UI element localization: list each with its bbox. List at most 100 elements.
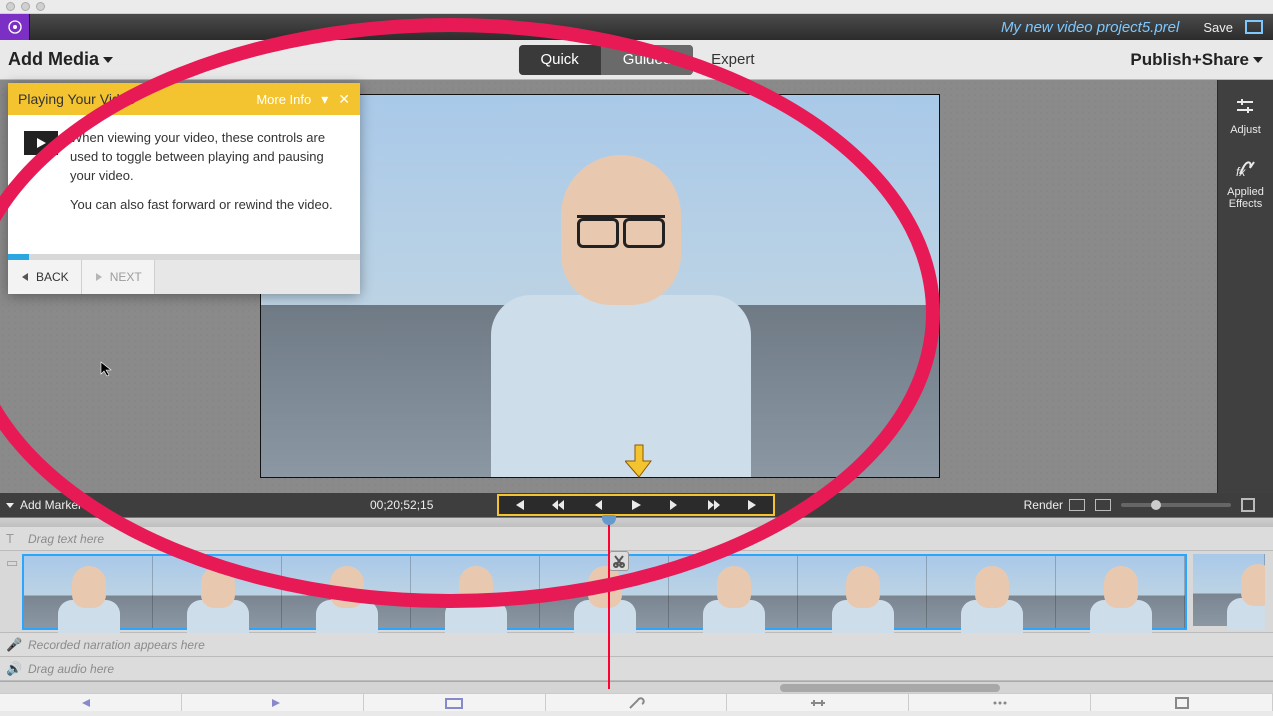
guide-more-info-link[interactable]: More Info bbox=[256, 92, 311, 107]
step-back-button[interactable] bbox=[587, 496, 607, 514]
speaker-icon: 🔊 bbox=[6, 661, 22, 677]
traffic-light-close[interactable] bbox=[6, 2, 15, 11]
app-top-bar: My new video project5.prel Save bbox=[0, 14, 1273, 40]
guide-progress-fill bbox=[8, 254, 29, 260]
guide-next-button[interactable]: NEXT bbox=[82, 260, 155, 294]
clip-thumbnail bbox=[798, 556, 927, 628]
chevron-down-icon bbox=[103, 57, 113, 63]
clip-thumbnail bbox=[540, 556, 669, 628]
split-clip-button[interactable] bbox=[609, 551, 629, 571]
guide-body: When viewing your video, these controls … bbox=[8, 115, 360, 254]
work-area: Adjust fx Applied Effects Playing Your V… bbox=[0, 80, 1273, 493]
guide-text-2: You can also fast forward or rewind the … bbox=[70, 196, 344, 215]
guide-panel: Playing Your Video More Info ▾ ✕ When vi… bbox=[8, 83, 360, 294]
guide-close-icon[interactable]: ✕ bbox=[338, 91, 350, 108]
display-mode-icon[interactable] bbox=[1095, 499, 1111, 511]
video-track[interactable]: ▭ bbox=[0, 551, 1273, 633]
rewind-button[interactable] bbox=[548, 496, 568, 514]
svg-text:fx: fx bbox=[1236, 165, 1246, 179]
guide-title: Playing Your Video bbox=[18, 91, 135, 107]
clip-thumbnail bbox=[282, 556, 411, 628]
traffic-light-max[interactable] bbox=[36, 2, 45, 11]
clip-thumbnail bbox=[24, 556, 153, 628]
add-marker-button[interactable]: Add Marker bbox=[0, 498, 82, 512]
fast-forward-button[interactable] bbox=[704, 496, 724, 514]
adjust-label: Adjust bbox=[1230, 124, 1261, 136]
narration-track[interactable]: 🎤 Recorded narration appears here bbox=[0, 633, 1273, 657]
effects-label: Applied Effects bbox=[1218, 186, 1273, 210]
add-media-label: Add Media bbox=[8, 49, 99, 70]
mac-titlebar bbox=[0, 0, 1273, 14]
guide-progress bbox=[8, 254, 360, 260]
adjust-button[interactable]: Adjust bbox=[1230, 94, 1261, 136]
tab-expert[interactable]: Expert bbox=[711, 51, 754, 68]
timecode-display[interactable]: 00;20;52;15 bbox=[370, 498, 433, 512]
audio-placeholder: Drag audio here bbox=[28, 662, 114, 676]
save-button[interactable]: Save bbox=[1191, 20, 1245, 35]
zoom-slider[interactable] bbox=[1121, 503, 1231, 507]
timeline-scrollbar[interactable] bbox=[0, 681, 1273, 693]
settings-button[interactable] bbox=[727, 694, 909, 711]
project-filename: My new video project5.prel bbox=[1001, 19, 1191, 36]
guide-collapse-icon[interactable]: ▾ bbox=[321, 91, 328, 108]
publish-label: Publish+Share bbox=[1130, 50, 1249, 70]
redo-button[interactable] bbox=[182, 694, 364, 711]
right-side-panel: Adjust fx Applied Effects bbox=[1217, 80, 1273, 493]
tools-button[interactable] bbox=[546, 694, 728, 711]
time-ruler[interactable] bbox=[0, 517, 1273, 527]
video-track-icon: ▭ bbox=[6, 555, 18, 571]
clip-thumbnail bbox=[411, 556, 540, 628]
clip-thumbnail bbox=[1056, 556, 1185, 628]
chevron-down-icon bbox=[1253, 57, 1263, 63]
render-button[interactable]: Render bbox=[1024, 498, 1063, 512]
safe-margins-icon[interactable] bbox=[1069, 499, 1085, 511]
guide-text-1: When viewing your video, these controls … bbox=[70, 129, 344, 186]
organizer-button[interactable] bbox=[364, 694, 546, 711]
clip-thumbnail bbox=[669, 556, 798, 628]
applied-effects-button[interactable]: fx Applied Effects bbox=[1218, 156, 1273, 210]
clip-thumbnail bbox=[927, 556, 1056, 628]
fullscreen-icon[interactable] bbox=[1245, 20, 1263, 34]
audio-track[interactable]: 🔊 Drag audio here bbox=[0, 657, 1273, 681]
transport-right-controls bbox=[1069, 498, 1255, 512]
fullscreen-preview-icon[interactable] bbox=[1241, 498, 1255, 512]
guide-footer: BACK NEXT bbox=[8, 260, 360, 294]
scrollbar-thumb[interactable] bbox=[780, 684, 1000, 692]
video-clip-2[interactable] bbox=[1193, 554, 1265, 630]
bottom-toolbar bbox=[0, 693, 1273, 711]
text-track[interactable]: T Drag text here bbox=[0, 527, 1273, 551]
play-button[interactable] bbox=[626, 496, 646, 514]
narration-placeholder: Recorded narration appears here bbox=[28, 638, 205, 652]
text-track-placeholder: Drag text here bbox=[28, 532, 104, 546]
publish-share-button[interactable]: Publish+Share bbox=[1130, 50, 1273, 70]
help-button[interactable] bbox=[1091, 694, 1273, 711]
goto-start-button[interactable] bbox=[509, 496, 529, 514]
video-clip[interactable] bbox=[22, 554, 1187, 630]
transport-bar: Add Marker 00;20;52;15 Render bbox=[0, 493, 1273, 517]
undo-button[interactable] bbox=[0, 694, 182, 711]
add-marker-label: Add Marker bbox=[20, 498, 82, 512]
goto-end-button[interactable] bbox=[743, 496, 763, 514]
mic-icon: 🎤 bbox=[6, 637, 22, 653]
clip-thumbnail bbox=[1193, 554, 1265, 626]
step-forward-button[interactable] bbox=[665, 496, 685, 514]
play-icon bbox=[24, 131, 58, 155]
tab-guided[interactable]: Guided bbox=[601, 45, 693, 75]
more-button[interactable] bbox=[909, 694, 1091, 711]
text-track-icon: T bbox=[6, 531, 14, 546]
mode-tabs: Quick Guided bbox=[518, 45, 693, 75]
guide-back-button[interactable]: BACK bbox=[8, 260, 82, 294]
traffic-light-min[interactable] bbox=[21, 2, 30, 11]
playback-controls bbox=[497, 494, 775, 516]
app-logo[interactable] bbox=[0, 14, 30, 40]
guide-back-label: BACK bbox=[36, 270, 69, 284]
chevron-down-icon bbox=[6, 503, 14, 508]
playhead-line bbox=[608, 517, 610, 689]
mouse-cursor-icon bbox=[100, 361, 116, 382]
preview-monitor[interactable] bbox=[260, 94, 940, 478]
tab-quick[interactable]: Quick bbox=[518, 45, 600, 75]
add-media-button[interactable]: Add Media bbox=[0, 49, 113, 70]
clip-thumbnail bbox=[153, 556, 282, 628]
preview-video-frame bbox=[261, 95, 939, 477]
zoom-thumb[interactable] bbox=[1151, 500, 1161, 510]
